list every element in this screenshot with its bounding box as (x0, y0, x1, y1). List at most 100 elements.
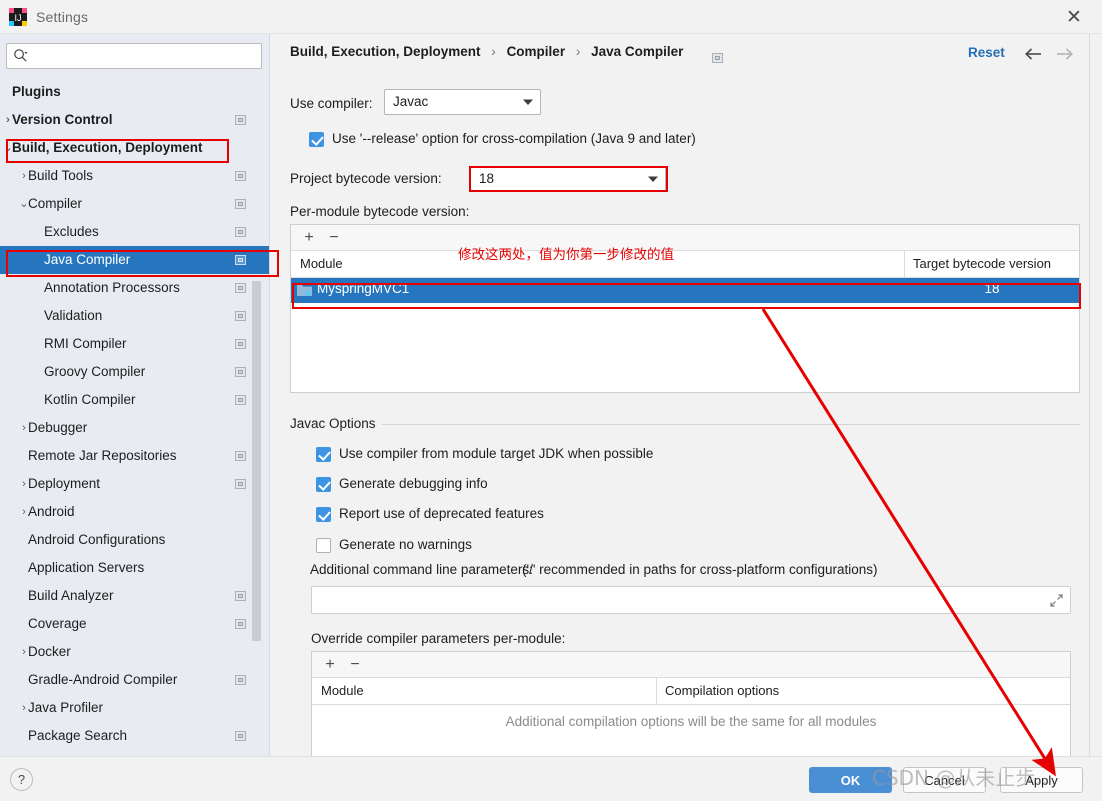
settings-sync-badge-icon[interactable] (235, 451, 246, 461)
chevron-down-icon[interactable]: ⌄ (16, 190, 32, 218)
chevron-right-icon[interactable]: › (16, 638, 32, 666)
sidebar-item-java-profiler[interactable]: › Java Profiler (0, 694, 269, 722)
project-bytecode-chevron-down-icon[interactable] (641, 167, 665, 190)
close-icon[interactable]: ✕ (1060, 5, 1088, 29)
override-column-header-compilation-options[interactable]: Compilation options (665, 683, 779, 698)
use-compiler-dropdown[interactable]: Javac (384, 89, 541, 115)
add-module-button[interactable]: + (299, 228, 319, 248)
sidebar-item-remote-jar-repositories[interactable]: Remote Jar Repositories (0, 442, 269, 470)
sidebar-item-docker[interactable]: › Docker (0, 638, 269, 666)
settings-sync-badge-icon[interactable] (235, 283, 246, 293)
sidebar-item-groovy-compiler[interactable]: Groovy Compiler (0, 358, 269, 386)
settings-sync-badge-icon[interactable] (712, 53, 723, 63)
chevron-right-icon[interactable]: › (16, 498, 32, 526)
settings-sync-badge-icon[interactable] (235, 675, 246, 685)
search-field-wrapper[interactable] (6, 43, 262, 69)
sidebar-item-application-servers[interactable]: Application Servers (0, 554, 269, 582)
reset-link[interactable]: Reset (968, 45, 1005, 60)
add-override-button[interactable]: + (320, 655, 340, 675)
sidebar-item-coverage[interactable]: Coverage (0, 610, 269, 638)
sidebar-item-build-tools[interactable]: › Build Tools (0, 162, 269, 190)
sidebar-item-plugins[interactable]: Plugins (0, 78, 269, 106)
sidebar-item-debugger[interactable]: › Debugger (0, 414, 269, 442)
chevron-right-icon[interactable]: › (16, 162, 32, 190)
expand-icon[interactable] (1050, 594, 1063, 607)
override-params-label: Override compiler parameters per-module: (311, 631, 566, 646)
chevron-right-icon[interactable]: › (0, 106, 16, 134)
column-header-target-bytecode[interactable]: Target bytecode version (913, 256, 1051, 271)
sidebar-item-rmi-compiler[interactable]: RMI Compiler (0, 330, 269, 358)
sidebar-scrollbar-thumb[interactable] (252, 281, 261, 641)
settings-sync-badge-icon[interactable] (235, 591, 246, 601)
sidebar-item-android[interactable]: › Android (0, 498, 269, 526)
generate-debugging-info-checkbox[interactable] (316, 477, 331, 492)
additional-params-input[interactable] (311, 586, 1071, 614)
use-module-jdk-label: Use compiler from module target JDK when… (339, 446, 654, 461)
breadcrumb-item-2[interactable]: Java Compiler (591, 44, 683, 59)
generate-no-warnings-checkbox[interactable] (316, 538, 331, 553)
sidebar-item-build-analyzer[interactable]: Build Analyzer (0, 582, 269, 610)
chevron-down-icon[interactable] (516, 90, 540, 114)
sidebar-item-java-compiler[interactable]: Java Compiler (0, 246, 269, 274)
settings-sync-badge-icon[interactable] (235, 395, 246, 405)
settings-sync-badge-icon[interactable] (235, 227, 246, 237)
project-bytecode-dropdown[interactable]: 18 (470, 166, 666, 191)
chevron-right-icon[interactable]: › (16, 470, 32, 498)
settings-sync-badge-icon[interactable] (235, 115, 246, 125)
release-option-checkbox[interactable] (309, 132, 324, 147)
ok-button[interactable]: OK (809, 767, 892, 793)
settings-sync-badge-icon[interactable] (235, 731, 246, 741)
sidebar-item-gradle-android-compiler[interactable]: Gradle-Android Compiler (0, 666, 269, 694)
override-params-table: + − Module Compilation options Additiona… (311, 651, 1071, 756)
remove-override-button[interactable]: − (345, 655, 365, 675)
settings-sync-badge-icon[interactable] (235, 199, 246, 209)
chevron-right-icon[interactable]: › (16, 414, 32, 442)
arrow-left-icon[interactable] (1023, 44, 1045, 64)
breadcrumb-item-0[interactable]: Build, Execution, Deployment (290, 44, 481, 59)
override-column-header-module[interactable]: Module (321, 683, 364, 698)
sidebar-item-package-search[interactable]: Package Search (0, 722, 269, 750)
sidebar-item-validation[interactable]: Validation (0, 302, 269, 330)
sidebar-item-kotlin-compiler[interactable]: Kotlin Compiler (0, 386, 269, 414)
chevron-down-icon[interactable]: ⌄ (0, 134, 16, 162)
column-header-module[interactable]: Module (300, 256, 343, 271)
help-button[interactable]: ? (10, 768, 33, 791)
sidebar-item-deployment[interactable]: › Deployment (0, 470, 269, 498)
settings-sync-badge-icon[interactable] (235, 171, 246, 181)
settings-main-panel: Build, Execution, Deployment › Compiler … (271, 34, 1102, 756)
report-deprecated-checkbox[interactable] (316, 507, 331, 522)
settings-sync-badge-icon[interactable] (235, 367, 246, 377)
breadcrumb-item-1[interactable]: Compiler (507, 44, 566, 59)
remove-module-button[interactable]: − (324, 228, 344, 248)
settings-sync-badge-icon[interactable] (235, 339, 246, 349)
sidebar-item-excludes[interactable]: Excludes (0, 218, 269, 246)
settings-sync-badge-icon[interactable] (235, 311, 246, 321)
apply-button[interactable]: Apply (1000, 767, 1083, 793)
cancel-button[interactable]: Cancel (903, 767, 986, 793)
sidebar-item-compiler[interactable]: ⌄ Compiler (0, 190, 269, 218)
use-module-jdk-checkbox[interactable] (316, 447, 331, 462)
column-divider[interactable] (904, 251, 905, 278)
settings-sync-badge-icon[interactable] (235, 255, 246, 265)
sidebar-item-android-configurations[interactable]: Android Configurations (0, 526, 269, 554)
override-column-divider[interactable] (656, 678, 657, 705)
settings-tree[interactable]: Plugins › Version Control ⌄ Build, Execution… (0, 78, 269, 750)
arrow-right-icon[interactable] (1053, 44, 1075, 64)
settings-sync-badge-icon[interactable] (235, 479, 246, 489)
sidebar-scrollbar-track[interactable] (252, 34, 265, 756)
additional-params-hint: ('/' recommended in paths for cross-plat… (522, 562, 878, 577)
breadcrumb[interactable]: Build, Execution, Deployment › Compiler … (290, 44, 683, 59)
search-input[interactable] (6, 43, 262, 69)
sidebar-item-label: Build, Execution, Deployment (12, 140, 203, 155)
settings-sync-badge-icon[interactable] (235, 619, 246, 629)
table-row[interactable]: MyspringMVC1 18 (291, 278, 1079, 303)
chevron-right-icon[interactable]: › (16, 694, 32, 722)
module-name: MyspringMVC1 (317, 281, 410, 296)
sidebar-item-version-control[interactable]: › Version Control (0, 106, 269, 134)
module-target-version[interactable]: 18 (904, 281, 1080, 296)
sidebar-item-annotation-processors[interactable]: Annotation Processors (0, 274, 269, 302)
sidebar-item-build-execution-deployment[interactable]: ⌄ Build, Execution, Deployment (0, 134, 269, 162)
